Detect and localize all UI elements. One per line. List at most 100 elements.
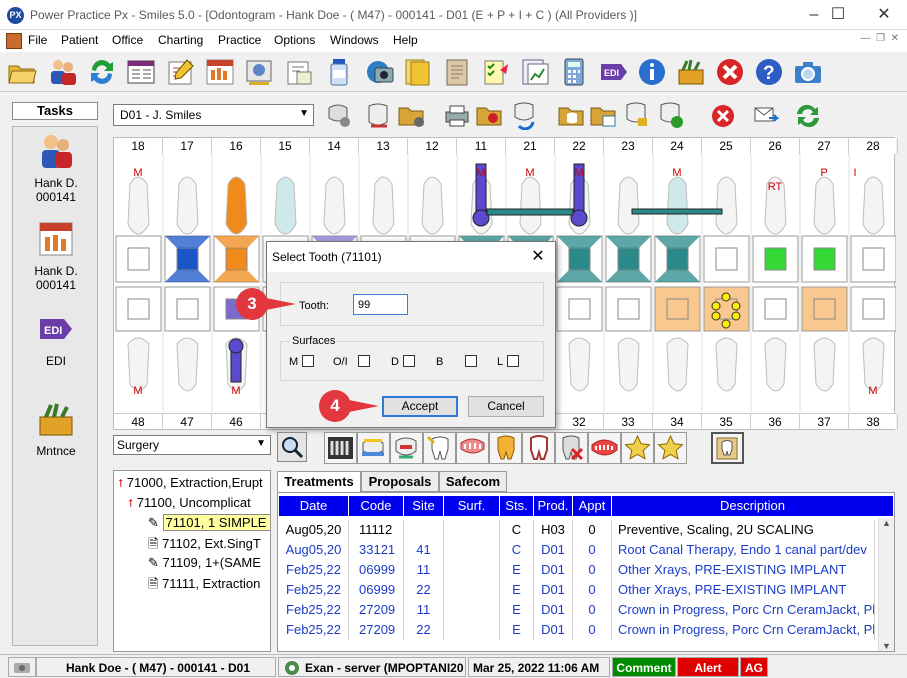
table-row[interactable]: Feb25,22 27209 11 E D01 0 Crown in Progress, P… xyxy=(279,600,877,620)
notepad-icon[interactable] xyxy=(441,56,473,88)
tooth-number-32[interactable]: 32 xyxy=(555,414,604,430)
tooth-number-36[interactable]: 36 xyxy=(751,414,800,430)
checkbox[interactable] xyxy=(402,355,415,367)
table-row[interactable]: Feb25,22 27209 22 E D01 0 Crown in Progress, P… xyxy=(279,620,877,640)
tooth-refresh-icon[interactable] xyxy=(514,102,535,130)
appointment-book-icon[interactable] xyxy=(125,56,157,88)
menu-options[interactable]: Options xyxy=(274,33,315,47)
proc-button-denture[interactable] xyxy=(588,432,621,464)
tooth-number-14[interactable]: 14 xyxy=(310,138,359,154)
proc-button-endo[interactable] xyxy=(423,432,456,464)
send-mail-icon[interactable] xyxy=(754,107,780,122)
tooth-number-24[interactable]: 24 xyxy=(653,138,702,154)
maintenance-toolbox-icon[interactable] xyxy=(675,56,707,88)
calculator-icon[interactable] xyxy=(558,56,590,88)
tooth-number-12[interactable]: 12 xyxy=(408,138,457,154)
tree-node-selected[interactable]: ✎ 71101, 1 SIMPLE EXO xyxy=(148,514,270,531)
edit-chart-icon[interactable] xyxy=(165,56,197,88)
menu-windows[interactable]: Windows xyxy=(330,33,379,47)
reports-icon[interactable] xyxy=(519,56,551,88)
proc-button-tooth-report[interactable] xyxy=(711,432,744,464)
money-exchange-icon[interactable] xyxy=(86,56,118,88)
xray-icon[interactable] xyxy=(243,56,275,88)
tooth-print-icon[interactable] xyxy=(368,103,388,128)
help-icon[interactable]: ? xyxy=(753,56,785,88)
prescription-bottle-icon[interactable] xyxy=(323,56,355,88)
surface-b-checkbox[interactable]: B xyxy=(436,355,478,368)
grid-scrollbar[interactable]: ▲ ▼ xyxy=(878,518,894,651)
menu-charting[interactable]: Charting xyxy=(158,33,203,47)
tree-node[interactable]: ⭡ 71100, Uncomplicat xyxy=(128,495,251,511)
procedure-category-select[interactable]: Surgery ▼ xyxy=(113,435,271,455)
tooth-number-33[interactable]: 33 xyxy=(604,414,653,430)
tooth-number-28[interactable]: 28 xyxy=(849,138,898,154)
ag-badge[interactable]: AG xyxy=(740,657,768,677)
proc-button-missing[interactable] xyxy=(555,432,588,464)
comment-button[interactable]: Comment xyxy=(612,657,676,677)
tooth-number-26[interactable]: 26 xyxy=(751,138,800,154)
odontogram-chart-icon[interactable] xyxy=(204,56,236,88)
scroll-up-icon[interactable]: ▲ xyxy=(879,518,894,528)
edi-icon[interactable]: EDI xyxy=(597,56,629,88)
menu-practice[interactable]: Practice xyxy=(218,33,261,47)
tooth-number-16[interactable]: 16 xyxy=(212,138,261,154)
camera-status-icon[interactable] xyxy=(8,657,36,677)
column-header-sts[interactable]: Sts. xyxy=(500,496,534,516)
menu-help[interactable]: Help xyxy=(393,33,418,47)
tree-node[interactable]: 🗎 71111, Extraction xyxy=(148,575,260,597)
tree-node[interactable]: ⭡ 71000, Extraction,Erupt xyxy=(118,475,263,491)
close-icon[interactable]: ✕ xyxy=(527,246,549,266)
tooth-check-icon[interactable] xyxy=(660,102,683,128)
close-window-button[interactable]: ✕ xyxy=(861,0,907,30)
tooth-number-25[interactable]: 25 xyxy=(702,138,751,154)
proc-button-crown[interactable] xyxy=(489,432,522,464)
column-header-appt[interactable]: Appt xyxy=(573,496,612,516)
checkbox[interactable] xyxy=(302,355,315,367)
tree-node[interactable]: ✎ 71109, 1+(SAME xyxy=(148,555,261,571)
tooth-number-11[interactable]: 11 xyxy=(457,138,506,154)
info-icon[interactable] xyxy=(636,56,668,88)
table-row[interactable]: Aug05,20 33121 41 C D01 0 Root Canal Therapy, … xyxy=(279,540,877,560)
column-header-code[interactable]: Code xyxy=(349,496,404,516)
folder-search-icon[interactable] xyxy=(476,107,502,126)
camera-icon[interactable] xyxy=(792,56,824,88)
camera-capture-icon[interactable] xyxy=(362,56,394,88)
column-header-surf[interactable]: Surf. xyxy=(444,496,500,516)
table-row[interactable]: Feb25,22 06999 22 E D01 0 Other Xrays, PRE-EXI… xyxy=(279,580,877,600)
tab-proposals[interactable]: Proposals xyxy=(361,471,439,492)
settings-tooth-icon[interactable] xyxy=(328,104,350,127)
tooth-number-48[interactable]: 48 xyxy=(114,414,163,430)
tab-safecom[interactable]: Safecom xyxy=(439,471,507,492)
checkbox[interactable] xyxy=(357,355,370,367)
column-header-description[interactable]: Description xyxy=(612,496,893,516)
table-row[interactable]: Aug05,20 11112 C H03 0 Preventive, Scaling, 2… xyxy=(279,520,877,540)
mdi-app-icon[interactable] xyxy=(6,33,22,49)
checkbox[interactable] xyxy=(465,355,478,367)
cancel-icon[interactable] xyxy=(714,56,746,88)
table-row[interactable]: Feb25,22 06999 11 E D01 0 Other Xrays, PRE-EXI… xyxy=(279,560,877,580)
alert-button[interactable]: Alert xyxy=(677,657,739,677)
proc-button-favorite-2[interactable] xyxy=(654,432,687,464)
documents-folder-icon[interactable] xyxy=(401,56,433,88)
expand-arrow-icon[interactable]: ⭡ xyxy=(118,478,123,490)
tooth-number-23[interactable]: 23 xyxy=(604,138,653,154)
tooth-number-47[interactable]: 47 xyxy=(163,414,212,430)
column-header-date[interactable]: Date xyxy=(279,496,349,516)
expand-arrow-icon[interactable]: ⭡ xyxy=(128,498,133,510)
surface-l-checkbox[interactable]: L xyxy=(497,355,520,368)
surface-m-checkbox[interactable]: M xyxy=(289,355,315,368)
open-folder-icon[interactable] xyxy=(6,56,38,88)
menu-office[interactable]: Office xyxy=(112,33,143,47)
scroll-down-icon[interactable]: ▼ xyxy=(879,641,894,651)
task-maintenance[interactable]: Mntnce xyxy=(13,399,99,458)
surface-oi-checkbox[interactable]: O/I xyxy=(333,355,370,368)
tooth-number-27[interactable]: 27 xyxy=(800,138,849,154)
proc-button-favorite-1[interactable] xyxy=(621,432,654,464)
folder-calendar-icon[interactable] xyxy=(590,107,616,127)
tooth-number-22[interactable]: 22 xyxy=(555,138,604,154)
tooth-number-15[interactable]: 15 xyxy=(261,138,310,154)
document-print-icon[interactable] xyxy=(283,56,315,88)
menu-patient[interactable]: Patient xyxy=(61,33,98,47)
column-header-prod[interactable]: Prod. xyxy=(534,496,573,516)
tooth-number-34[interactable]: 34 xyxy=(653,414,702,430)
